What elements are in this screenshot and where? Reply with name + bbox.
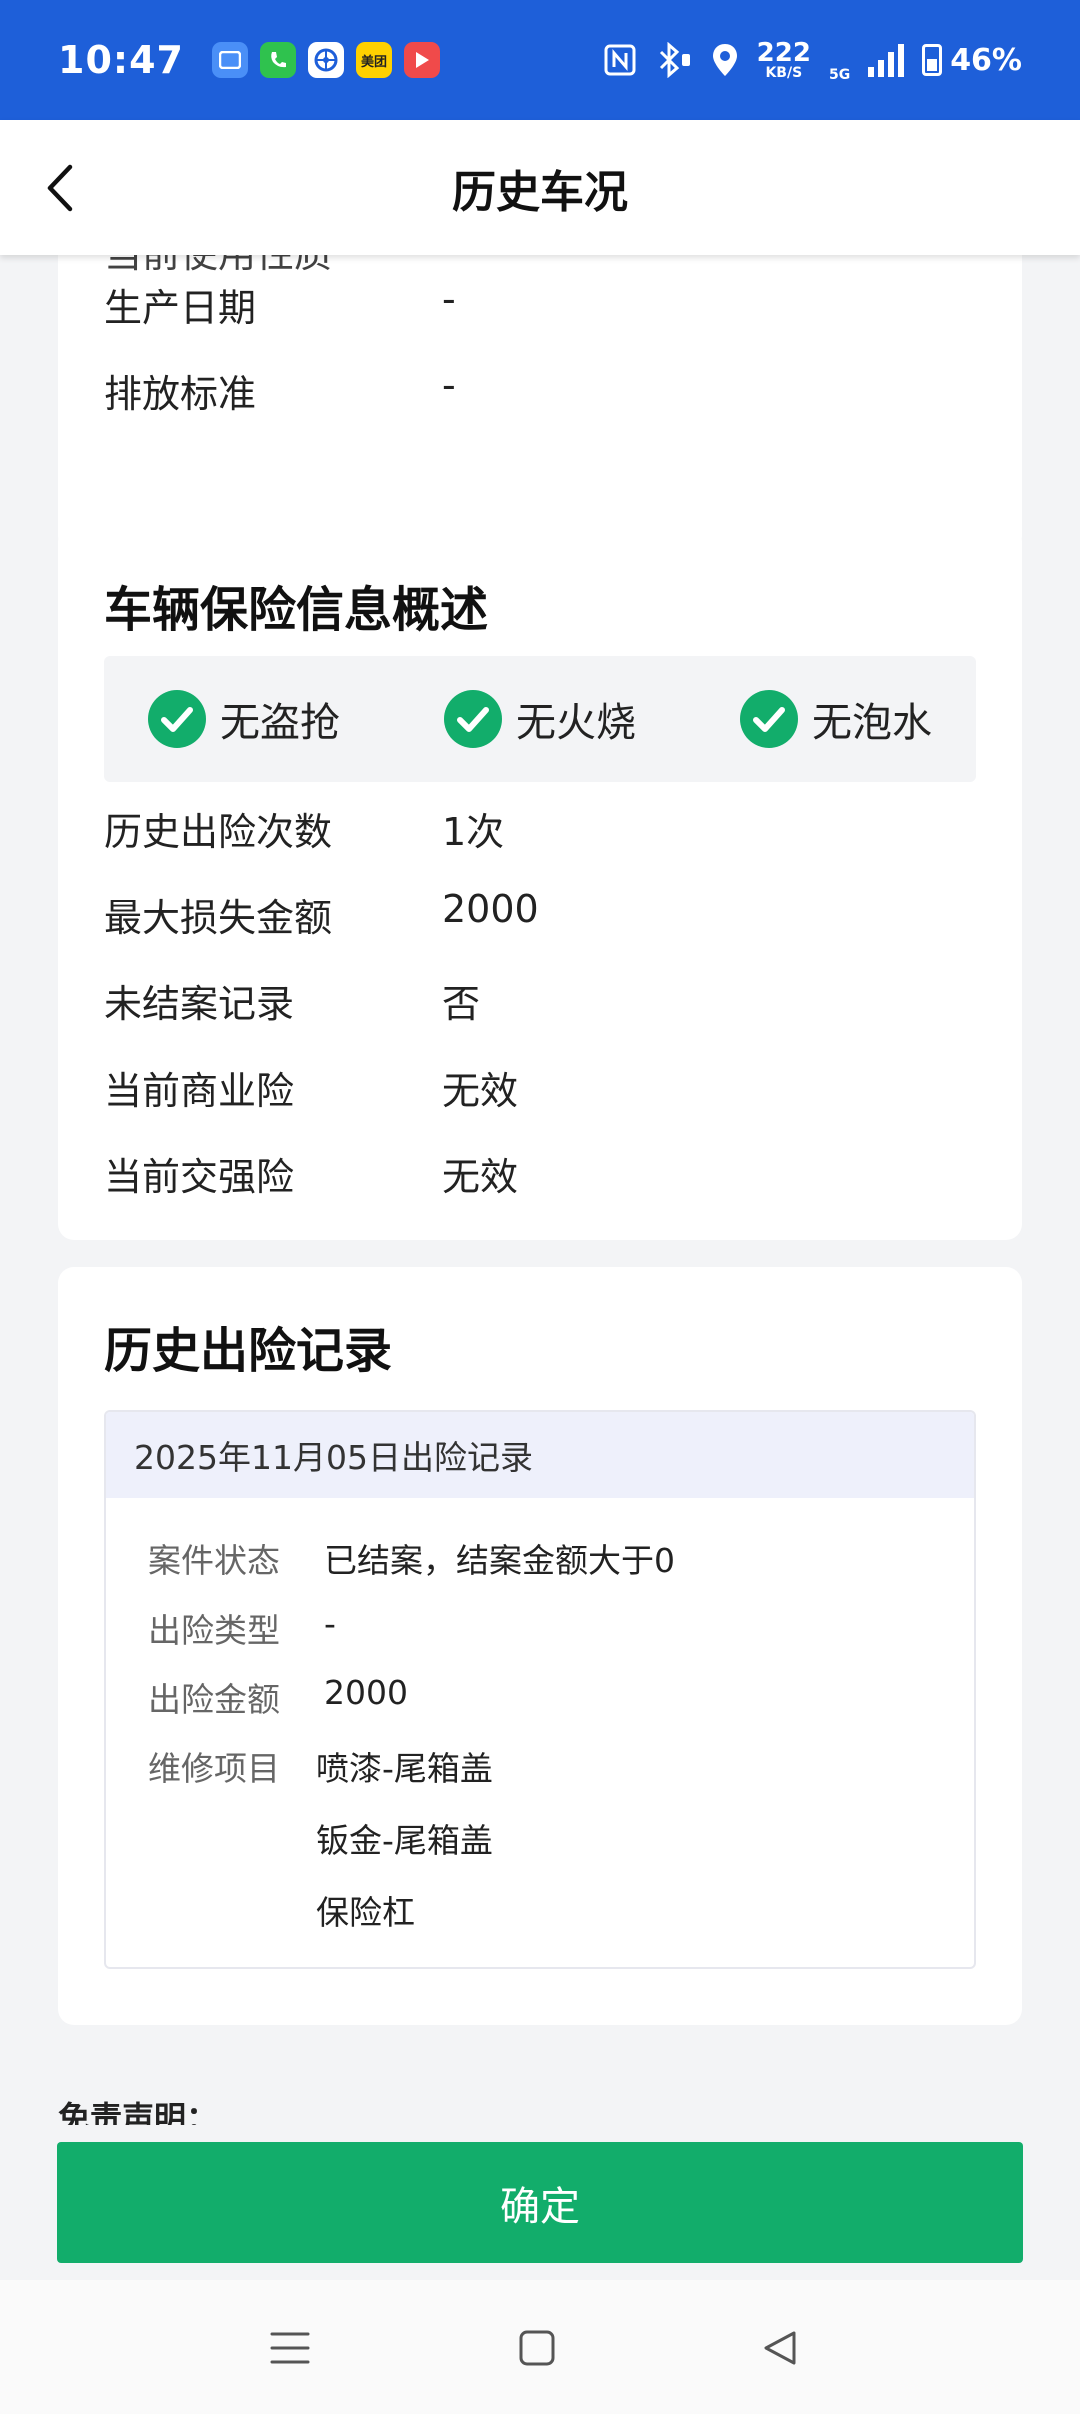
check-circle-icon [444, 690, 502, 748]
claim-record-header: 2025年11月05日出险记录 [106, 1412, 974, 1498]
check-no-flood: 无泡水 [740, 690, 932, 748]
square-home-icon [519, 2330, 555, 2366]
usage-nature-row: 当前使用性质 - [104, 255, 456, 278]
repair-item: 钣金-尾箱盖 [316, 1821, 493, 1860]
check-circle-icon [740, 690, 798, 748]
meituan-app-icon: 美团 [355, 42, 392, 78]
battery-indicator: 46% [922, 43, 1022, 78]
scroll-content[interactable]: 当前使用性质 - 生产日期 - 排放标准 - 车辆保险信息概述 无盗抢 无火烧 [0, 255, 1080, 2125]
notification-app-icons: 美团 [211, 42, 440, 78]
insurance-overview-title: 车辆保险信息概述 [104, 582, 489, 638]
location-icon [712, 44, 737, 76]
check-no-theft: 无盗抢 [148, 690, 340, 748]
back-nav-button[interactable] [750, 2318, 810, 2378]
open-case-row: 未结案记录 否 [104, 982, 481, 1026]
notes-app-icon [211, 42, 248, 78]
production-date-row: 生产日期 - [104, 277, 456, 330]
home-nav-button[interactable] [507, 2318, 567, 2378]
case-status-row: 案件状态 已结案，结案金额大于0 [148, 1541, 675, 1580]
system-nav-bar [0, 2280, 1080, 2414]
compulsory-insurance-row: 当前交强险 无效 [104, 1155, 519, 1199]
battery-percent: 46% [950, 42, 1022, 78]
phone-app-icon [259, 42, 296, 78]
signal-icon [868, 43, 905, 77]
claim-amount-row: 出险金额 2000 [148, 1673, 408, 1719]
insurance-check-panel: 无盗抢 无火烧 无泡水 [104, 656, 976, 782]
insurance-overview-card: 车辆保险信息概述 无盗抢 无火烧 无泡水 历史出险次数 1次 最大损失金额 20… [58, 526, 1022, 1240]
repair-item: 保险杠 [316, 1893, 415, 1932]
claim-history-title: 历史出险记录 [104, 1323, 393, 1379]
repair-items-list: 喷漆-尾箱盖 钣金-尾箱盖 保险杠 [316, 1742, 493, 1958]
nav-bar: 历史车况 [0, 120, 1080, 255]
chevron-left-icon [47, 164, 73, 212]
repair-items-row: 维修项目 喷漆-尾箱盖 钣金-尾箱盖 保险杠 [148, 1742, 493, 1958]
check-circle-icon [148, 690, 206, 748]
bluetooth-icon [659, 42, 690, 78]
nfc-icon [604, 44, 636, 76]
status-time: 10:47 [58, 38, 184, 82]
menu-nav-button[interactable] [260, 2318, 320, 2378]
vehicle-info-card: 当前使用性质 - 生产日期 - 排放标准 - [58, 255, 1022, 552]
claim-type-row: 出险类型 - [148, 1604, 336, 1650]
commercial-insurance-row: 当前商业险 无效 [104, 1069, 519, 1113]
net-speed: 222 KB/S [756, 38, 811, 81]
repair-item: 喷漆-尾箱盖 [316, 1749, 493, 1788]
menu-icon [270, 2332, 310, 2364]
video-app-icon [403, 42, 440, 78]
claim-history-card: 历史出险记录 2025年11月05日出险记录 案件状态 已结案，结案金额大于0 … [58, 1267, 1022, 2025]
back-button[interactable] [32, 156, 88, 220]
status-bar: 10:47 美团 222 KB/S 5G 46% [0, 0, 1080, 120]
triangle-back-icon [764, 2331, 796, 2365]
network-type: 5G [828, 67, 851, 83]
bottom-action-bar: 确定 [0, 2125, 1080, 2280]
claim-record: 2025年11月05日出险记录 案件状态 已结案，结案金额大于0 出险类型 - … [104, 1410, 976, 1969]
max-loss-row: 最大损失金额 2000 [104, 887, 539, 940]
emission-standard-row: 排放标准 - [104, 363, 456, 416]
confirm-button[interactable]: 确定 [57, 2142, 1023, 2263]
claim-count-row: 历史出险次数 1次 [104, 810, 505, 854]
disclaimer-heading: 免责声明： [58, 2099, 219, 2125]
check-no-fire: 无火烧 [444, 690, 636, 748]
status-indicators: 222 KB/S 5G 46% [603, 37, 1022, 83]
wheel-app-icon [307, 42, 344, 78]
page-title: 历史车况 [452, 166, 628, 218]
battery-icon [922, 44, 943, 76]
